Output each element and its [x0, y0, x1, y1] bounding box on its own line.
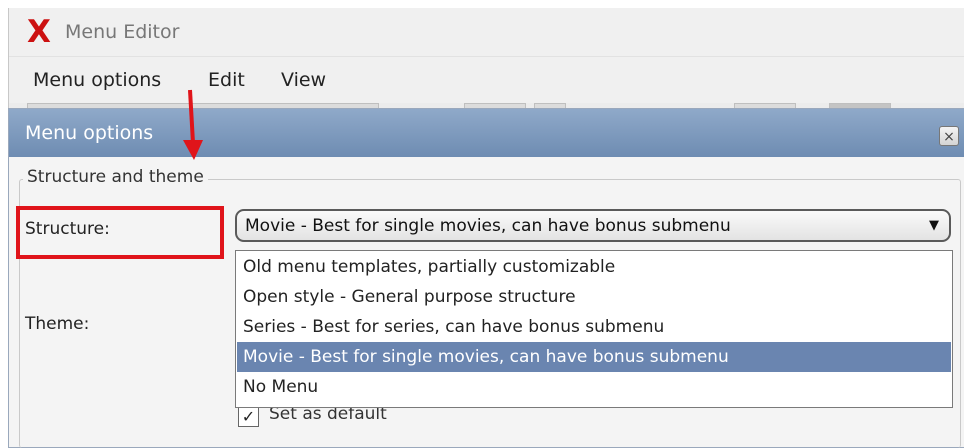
- menu-bar: Menu options Edit View: [9, 56, 964, 103]
- highlight-annotation-box: [16, 206, 224, 259]
- title-bar: X Menu Editor: [9, 8, 964, 56]
- dialog-title: Menu options: [25, 122, 154, 144]
- structure-dropdown-list: Old menu templates, partially customizab…: [235, 250, 953, 408]
- menu-item-view[interactable]: View: [281, 69, 326, 91]
- dropdown-option-open-style[interactable]: Open style - General purpose structure: [237, 282, 951, 312]
- dropdown-option-no-menu[interactable]: No Menu: [237, 372, 951, 402]
- chevron-down-icon[interactable]: ▼: [929, 218, 939, 233]
- close-icon[interactable]: ×: [939, 126, 959, 146]
- group-title: Structure and theme: [23, 167, 208, 187]
- structure-select[interactable]: Movie - Best for single movies, can have…: [235, 209, 951, 242]
- app-logo-icon: X: [27, 14, 51, 50]
- dialog-title-bar[interactable]: Menu options ×: [9, 109, 964, 157]
- dropdown-option-series[interactable]: Series - Best for series, can have bonus…: [237, 312, 951, 342]
- menu-options-dialog: Menu options × Structure and theme Struc…: [8, 108, 964, 448]
- set-default-checkbox[interactable]: ✓: [238, 406, 259, 427]
- dropdown-option-movie[interactable]: Movie - Best for single movies, can have…: [237, 342, 951, 372]
- menu-item-edit[interactable]: Edit: [208, 69, 245, 91]
- window-title: Menu Editor: [65, 21, 180, 43]
- theme-label: Theme:: [25, 314, 90, 334]
- menu-item-menu-options[interactable]: Menu options: [33, 69, 161, 91]
- structure-select-value: Movie - Best for single movies, can have…: [245, 216, 731, 236]
- dropdown-option-old-templates[interactable]: Old menu templates, partially customizab…: [237, 252, 951, 282]
